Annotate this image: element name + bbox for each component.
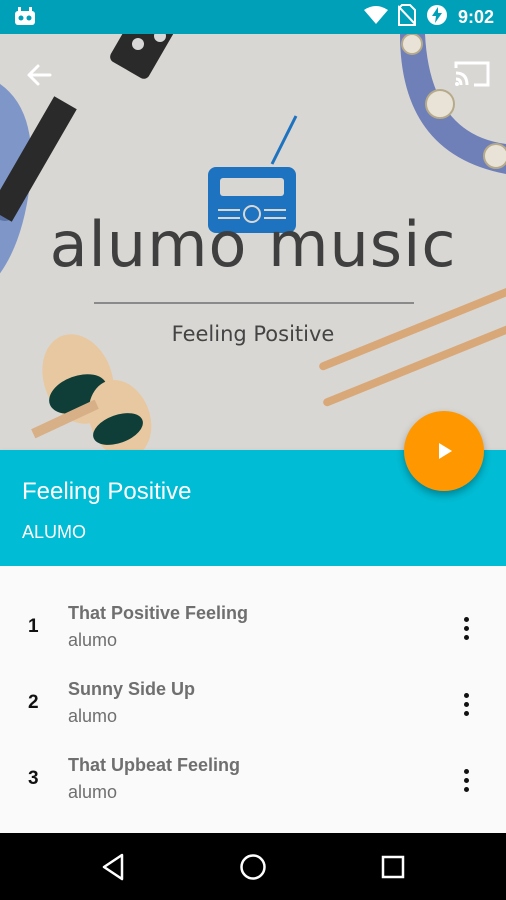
back-arrow-icon — [27, 64, 52, 86]
track-number: 2 — [28, 692, 39, 713]
track-title: That Positive Feeling — [68, 603, 249, 623]
home-icon — [240, 854, 266, 880]
art-divider — [94, 302, 414, 304]
cast-button[interactable] — [452, 58, 492, 90]
art-brand-text: alumo music — [49, 208, 457, 281]
system-nav-bar — [0, 833, 506, 900]
track-number: 1 — [28, 616, 39, 637]
cast-icon — [454, 61, 490, 87]
track-artist: alumo — [68, 782, 118, 802]
album-artist: ALUMO — [22, 522, 87, 542]
track-artist: alumo — [68, 706, 118, 726]
back-button[interactable] — [22, 58, 56, 92]
no-sim-icon — [397, 3, 417, 31]
nav-recents-button[interactable] — [375, 849, 411, 885]
track-title: That Upbeat Feeling — [68, 755, 241, 775]
nav-back-button[interactable] — [96, 849, 132, 885]
app-notification-icon — [14, 7, 36, 27]
tambourine-illustration — [400, 34, 506, 174]
art-subtitle-text: Feeling Positive — [171, 322, 335, 346]
nav-home-button[interactable] — [235, 849, 271, 885]
more-options-icon[interactable] — [452, 764, 480, 796]
more-options-icon[interactable] — [452, 612, 480, 644]
play-icon — [439, 443, 452, 459]
clock: 9:02 — [457, 6, 494, 27]
track-number: 3 — [28, 768, 39, 789]
album-title: Feeling Positive — [22, 478, 192, 505]
track-row[interactable]: 2 Sunny Side Up alumo — [0, 666, 506, 742]
battery-charging-icon — [426, 4, 448, 31]
wifi-icon — [363, 5, 388, 30]
track-title: Sunny Side Up — [68, 679, 196, 699]
more-options-icon[interactable] — [452, 688, 480, 720]
play-button[interactable] — [404, 411, 484, 491]
album-art: alumo music Feeling Positive — [0, 34, 506, 450]
status-bar: 9:02 — [0, 0, 506, 34]
back-icon — [102, 853, 124, 881]
track-row[interactable]: 3 That Upbeat Feeling alumo — [0, 742, 506, 818]
recents-icon — [381, 855, 405, 879]
track-row[interactable]: 1 That Positive Feeling alumo — [0, 590, 506, 666]
track-artist: alumo — [68, 630, 118, 650]
track-list: 1 That Positive Feeling alumo 2 Sunny Si… — [0, 566, 506, 833]
